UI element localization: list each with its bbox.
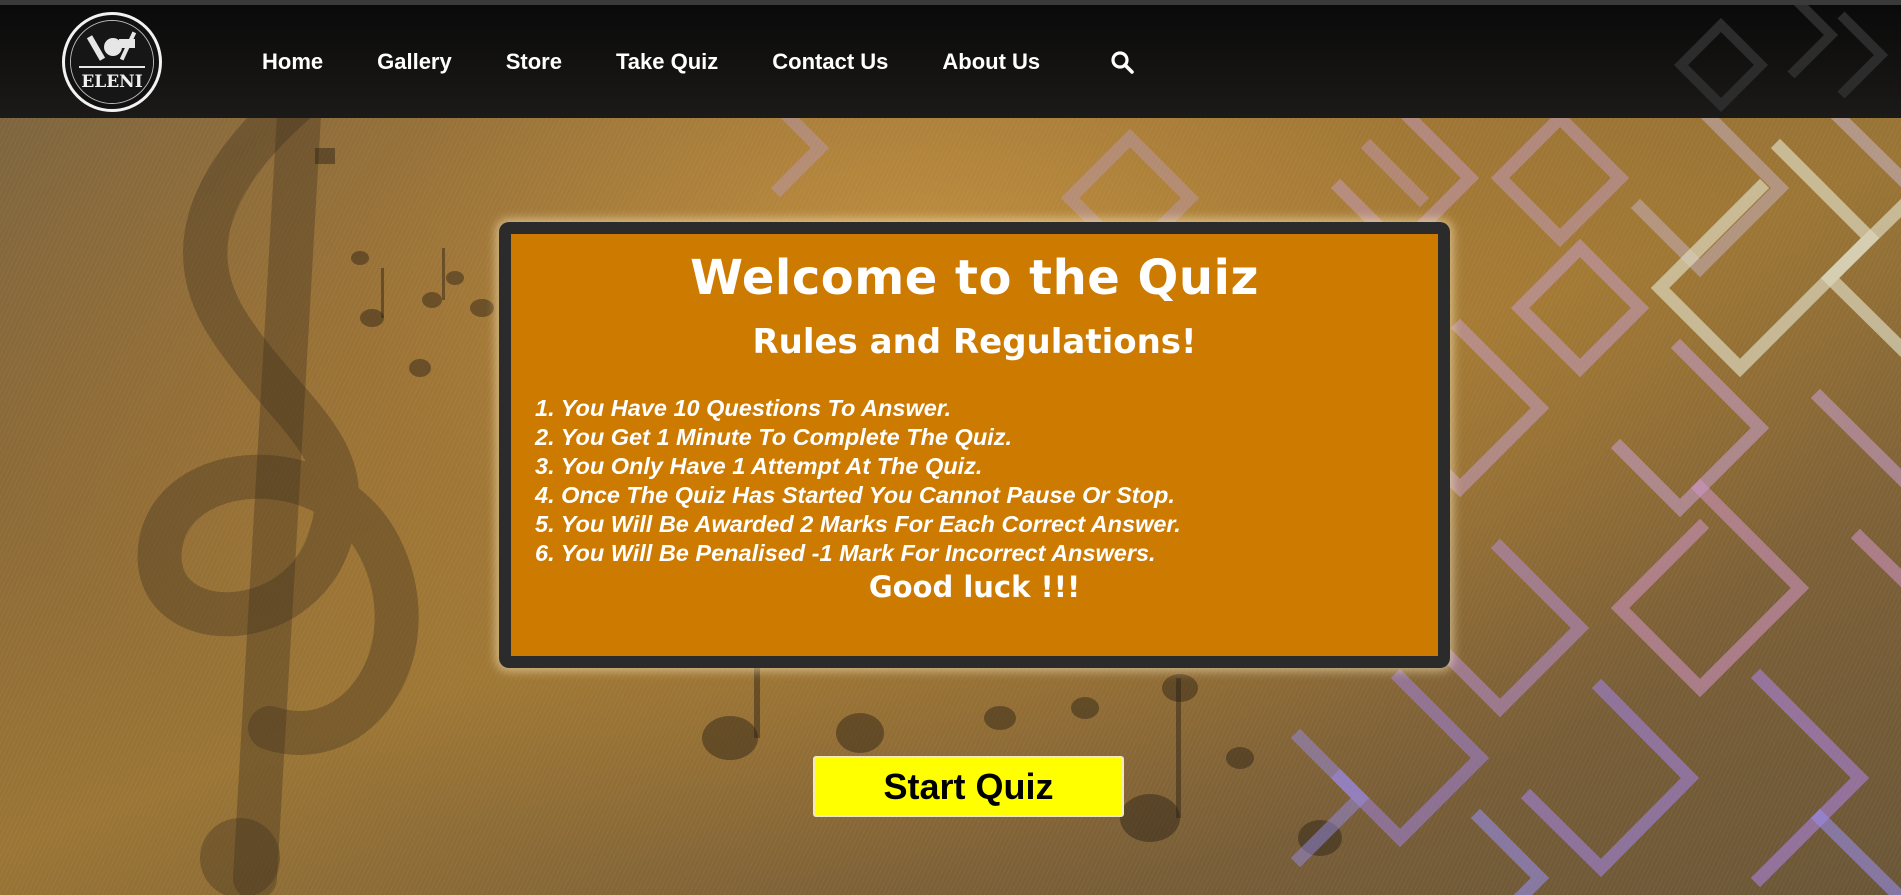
rule-item: 5. You Will Be Awarded 2 Marks For Each …	[535, 511, 1181, 537]
good-luck-message: Good luck !!!	[868, 570, 1081, 604]
nav-maze-pattern	[1673, 5, 1889, 113]
quiz-rules-card: Welcome to the Quiz Rules and Regulation…	[499, 222, 1450, 668]
nav-link-store[interactable]: Store	[506, 49, 562, 75]
start-quiz-button[interactable]: Start Quiz	[813, 756, 1124, 817]
rules-subtitle: Rules and Regulations!	[752, 322, 1197, 362]
rule-item: 1. You Have 10 Questions To Answer.	[535, 395, 952, 421]
nav-link-take-quiz[interactable]: Take Quiz	[616, 49, 718, 75]
main-nav: Home Gallery Store Take Quiz Contact Us …	[235, 5, 1137, 118]
rule-item: 6. You Will Be Penalised -1 Mark For Inc…	[535, 540, 1156, 566]
nav-link-about-us[interactable]: About Us	[942, 49, 1040, 75]
nav-link-home[interactable]: Home	[262, 49, 323, 75]
site-logo[interactable]: ELENI	[62, 12, 162, 112]
rule-item: 3. You Only Have 1 Attempt At The Quiz.	[535, 453, 983, 479]
quiz-title: Welcome to the Quiz	[690, 250, 1259, 306]
search-button[interactable]	[1107, 47, 1137, 77]
rule-item: 4. Once The Quiz Has Started You Cannot …	[535, 482, 1175, 508]
search-icon	[1111, 50, 1134, 74]
nav-link-contact-us[interactable]: Contact Us	[772, 49, 888, 75]
navbar: ELENI Home Gallery Store Take Quiz Conta…	[0, 5, 1901, 118]
quiz-rules-panel: Welcome to the Quiz Rules and Regulation…	[511, 234, 1438, 656]
logo-wordmark: ELENI	[81, 72, 142, 92]
nav-link-gallery[interactable]: Gallery	[377, 49, 452, 75]
rules-list: 1. You Have 10 Questions To Answer. 2. Y…	[535, 394, 1181, 568]
rule-item: 2. You Get 1 Minute To Complete The Quiz…	[535, 424, 1012, 450]
logo-emblem: ELENI	[70, 20, 154, 104]
